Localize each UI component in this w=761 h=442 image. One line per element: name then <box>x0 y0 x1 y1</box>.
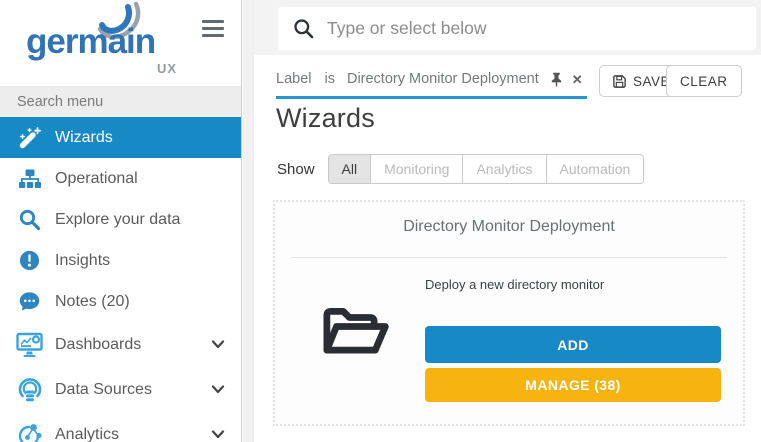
save-button-label: SAVE <box>633 74 670 89</box>
sidebar-item-label: Wizards <box>55 129 113 147</box>
sidebar-item-notes[interactable]: Notes (20) <box>0 281 241 322</box>
pin-filter-icon[interactable] <box>550 72 563 87</box>
sidebar-item-label: Operational <box>55 170 138 188</box>
tab-analytics[interactable]: Analytics <box>462 155 545 183</box>
sidebar-item-label: Dashboards <box>55 336 141 354</box>
wizard-card-title: Directory Monitor Deployment <box>275 218 743 236</box>
topbar <box>254 0 761 55</box>
sidebar-item-label: Explore your data <box>55 211 180 229</box>
save-floppy-icon <box>612 74 627 89</box>
brand-name: germain <box>26 22 155 62</box>
remove-filter-icon[interactable]: ✕ <box>572 73 583 86</box>
monitor-chart-icon <box>16 332 43 358</box>
exclamation-icon <box>16 248 43 274</box>
chat-bubble-icon <box>16 289 43 315</box>
sitemap-icon <box>16 166 43 192</box>
chevron-down-icon[interactable] <box>211 385 225 394</box>
magnifier-icon <box>16 207 43 233</box>
sidebar-item-dashboards[interactable]: Dashboards <box>0 322 241 367</box>
search-icon <box>293 18 314 39</box>
folder-open-icon <box>319 302 391 360</box>
filter-operator[interactable]: is <box>324 71 334 87</box>
show-filter-row: Show All Monitoring Analytics Automation <box>277 154 644 184</box>
sidebar-scrollbar-track[interactable] <box>243 0 254 442</box>
show-label: Show <box>277 161 315 178</box>
manage-button[interactable]: MANAGE (38) <box>425 368 721 402</box>
filter-field[interactable]: Label <box>276 71 311 87</box>
wand-icon <box>16 125 43 151</box>
global-search[interactable] <box>278 7 756 50</box>
sidebar-item-analytics[interactable]: Analytics <box>0 412 241 442</box>
card-divider <box>291 257 727 258</box>
clear-button-label: CLEAR <box>680 74 728 89</box>
wizard-card: Directory Monitor Deployment Deploy a ne… <box>273 200 745 426</box>
sidebar-item-operational[interactable]: Operational <box>0 158 241 199</box>
app-window: germain UX Wizards <box>0 0 761 442</box>
filter-value[interactable]: Directory Monitor Deployment <box>347 71 539 87</box>
chevron-down-icon[interactable] <box>211 340 225 349</box>
sidebar-item-explore[interactable]: Explore your data <box>0 199 241 240</box>
brand-sub: UX <box>157 61 177 76</box>
filter-chip[interactable]: Label is Directory Monitor Deployment ✕ <box>276 63 587 99</box>
sidebar-item-label: Data Sources <box>55 381 152 399</box>
menu-toggle-button[interactable] <box>202 20 226 40</box>
category-tab-group: All Monitoring Analytics Automation <box>328 154 645 184</box>
tab-monitoring[interactable]: Monitoring <box>370 155 462 183</box>
chevron-down-icon[interactable] <box>211 430 225 439</box>
sidebar-nav: Wizards Operational <box>0 117 241 442</box>
share-nodes-icon <box>16 422 43 442</box>
wizard-card-description: Deploy a new directory monitor <box>425 277 604 292</box>
database-ring-icon <box>16 377 43 403</box>
sidebar-item-wizards[interactable]: Wizards <box>0 117 241 158</box>
sidebar-search-input[interactable] <box>0 86 241 117</box>
sidebar-item-data-sources[interactable]: Data Sources <box>0 367 241 412</box>
main-panel: Label is Directory Monitor Deployment ✕ <box>254 0 761 442</box>
sidebar-item-label: Insights <box>55 252 110 270</box>
global-search-input[interactable] <box>327 18 756 39</box>
tab-all[interactable]: All <box>329 155 371 183</box>
tab-automation[interactable]: Automation <box>546 155 644 183</box>
content-area: Label is Directory Monitor Deployment ✕ <box>254 55 761 442</box>
page-title: Wizards <box>276 103 375 134</box>
sidebar-item-label: Notes (20) <box>55 293 130 311</box>
sidebar-item-insights[interactable]: Insights <box>0 240 241 281</box>
sidebar: germain UX Wizards <box>0 0 242 442</box>
logo-row: germain UX <box>0 0 241 86</box>
clear-button[interactable]: CLEAR <box>666 65 742 97</box>
add-button[interactable]: ADD <box>425 326 721 363</box>
sidebar-item-label: Analytics <box>55 426 119 442</box>
